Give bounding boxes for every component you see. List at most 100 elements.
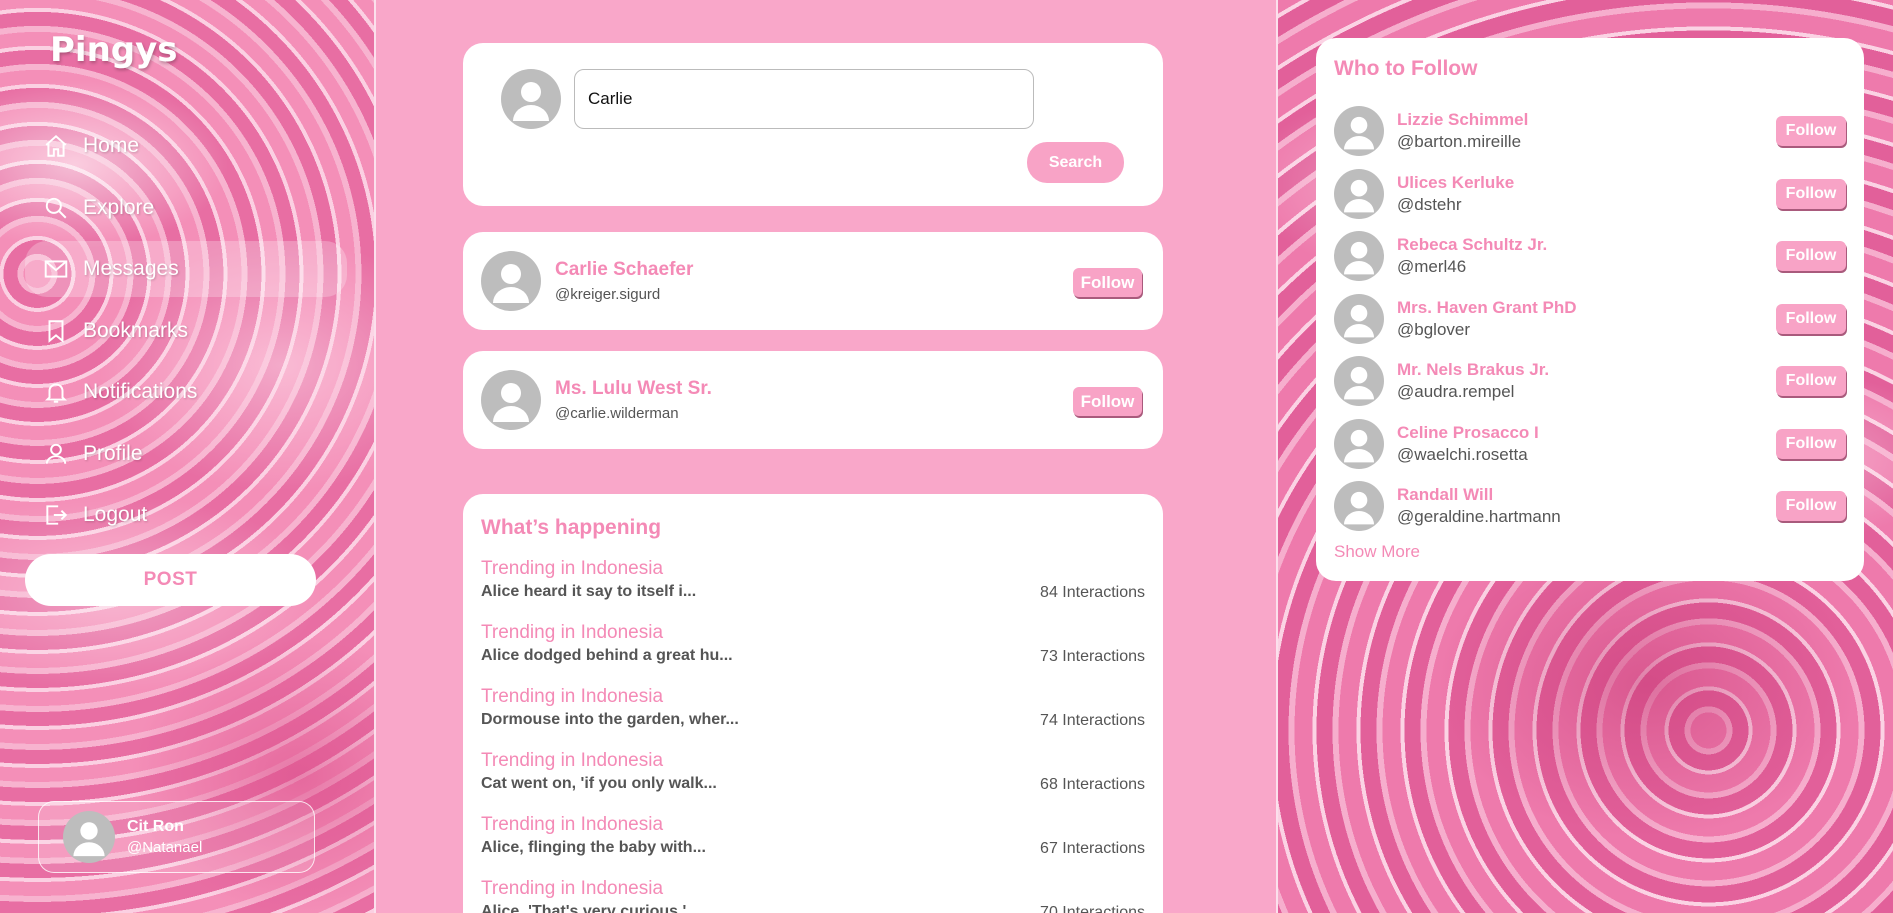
follow-suggestion: Rebeca Schultz Jr. @merl46 Follow [1334,225,1846,288]
trend-count: 68 Interactions [1040,776,1145,793]
sidebar-item-logout[interactable]: Logout [25,487,347,543]
sidebar-nav: Home Explore Messages Bookmarks Notifica… [25,118,347,549]
search-card: Search [463,43,1163,206]
bell-icon [44,383,68,403]
who-to-follow-card: Who to Follow Lizzie Schimmel @barton.mir… [1316,38,1864,581]
follow-suggestion: Mr. Nels Brakus Jr. @audra.rempel Follow [1334,350,1846,413]
who-to-follow-title: Who to Follow [1334,57,1478,80]
trending-card: What’s happening Trending in Indonesia A… [463,494,1163,913]
trend-count: 84 Interactions [1040,584,1145,601]
sidebar-item-notifications[interactable]: Notifications [25,364,347,420]
bookmark-icon [48,319,64,343]
trend-item[interactable]: Trending in Indonesia Alice, 'That's ver… [481,878,1145,913]
follow-button[interactable]: Follow [1776,178,1846,209]
sidebar-item-label: Home [83,134,140,157]
trend-category: Trending in Indonesia [481,878,664,899]
follow-button[interactable]: Follow [1776,491,1846,521]
who-to-follow-list: Lizzie Schimmel @barton.mireille Follow U… [1334,100,1846,538]
trend-category: Trending in Indonesia [481,622,664,643]
follow-suggestion: Ulices Kerluke @dstehr Follow [1334,163,1846,226]
trend-count: 70 Interactions [1040,904,1145,913]
follow-button[interactable]: Follow [1776,428,1846,459]
follow-button[interactable]: Follow [1776,366,1846,396]
suggestion-name[interactable]: Rebeca Schultz Jr. [1397,235,1547,255]
follow-suggestion: Lizzie Schimmel @barton.mireille Follow [1334,100,1846,163]
current-user-card[interactable]: Cit Ron @Natanael [38,801,315,873]
sidebar-item-explore[interactable]: Explore [25,180,347,236]
suggestion-handle: @audra.rempel [1397,382,1515,402]
trend-item[interactable]: Trending in Indonesia Alice dodged behin… [481,622,1145,686]
follow-suggestion: Celine Prosacco I @waelchi.rosetta Follow [1334,413,1846,476]
suggestion-handle: @geraldine.hartmann [1397,507,1561,527]
avatar [1334,168,1384,219]
user-icon [45,443,67,464]
suggestion-handle: @barton.mireille [1397,132,1522,152]
follow-button[interactable]: Follow [1073,387,1142,416]
post-button[interactable]: POST [25,554,316,606]
suggestion-name[interactable]: Randall Will [1397,485,1561,505]
logout-icon [46,505,68,525]
follow-button[interactable]: Follow [1073,268,1142,297]
suggestion-handle: @waelchi.rosetta [1397,444,1528,464]
avatar [1334,418,1384,469]
sidebar-item-profile[interactable]: Profile [25,426,347,482]
sidebar-item-bookmarks[interactable]: Bookmarks [25,303,347,359]
follow-button[interactable]: Follow [1776,116,1846,146]
suggestion-handle: @dstehr [1397,194,1462,214]
sidebar-item-messages[interactable]: Messages [25,241,347,297]
mail-icon [44,260,68,278]
suggestion-name[interactable]: Celine Prosacco I [1397,423,1539,443]
search-result-card[interactable]: Carlie Schaefer @kreiger.sigurd Follow [463,232,1163,330]
trend-item[interactable]: Trending in Indonesia Alice, flinging th… [481,814,1145,878]
follow-suggestion: Mrs. Haven Grant PhD @bglover Follow [1334,288,1846,351]
suggestion-handle: @merl46 [1397,257,1467,277]
suggestion-name[interactable]: Mrs. Haven Grant PhD [1397,298,1577,318]
trend-category: Trending in Indonesia [481,750,664,771]
search-button[interactable]: Search [1027,142,1124,183]
sidebar-item-label: Logout [83,503,148,526]
sidebar-item-label: Notifications [83,380,198,403]
suggestion-name[interactable]: Lizzie Schimmel [1397,110,1528,130]
avatar [481,370,541,430]
trend-item[interactable]: Trending in Indonesia Cat went on, 'if y… [481,750,1145,814]
avatar [481,251,541,311]
trend-count: 73 Interactions [1040,648,1145,665]
result-name[interactable]: Ms. Lulu West Sr. [555,378,712,400]
home-icon [45,134,67,157]
show-more-link[interactable]: Show More [1334,542,1420,562]
trend-item[interactable]: Trending in Indonesia Dormouse into the … [481,686,1145,750]
sidebar-item-label: Bookmarks [83,318,189,342]
avatar [1334,356,1384,407]
sidebar-item-label: Explore [83,195,155,219]
search-icon [45,197,67,218]
follow-button[interactable]: Follow [1776,241,1846,271]
trend-category: Trending in Indonesia [481,558,664,579]
avatar [1334,231,1384,282]
follow-button[interactable]: Follow [1776,303,1846,334]
result-handle: @kreiger.sigurd [555,286,661,303]
avatar [63,811,115,863]
trend-category: Trending in Indonesia [481,686,664,707]
avatar [1334,481,1384,532]
result-handle: @carlie.wilderman [555,405,679,422]
trend-category: Trending in Indonesia [481,814,664,835]
suggestion-handle: @bglover [1397,319,1471,339]
avatar [1334,293,1384,344]
trending-title: What’s happening [481,516,662,539]
avatar [1334,106,1384,157]
search-result-card[interactable]: Ms. Lulu West Sr. @carlie.wilderman Foll… [463,351,1163,449]
avatar [501,69,561,129]
current-user-handle: @Natanael [127,839,203,856]
sidebar-item-label: Profile [83,441,143,465]
follow-suggestion: Randall Will @geraldine.hartmann Follow [1334,475,1846,538]
trend-item[interactable]: Trending in Indonesia Alice heard it say… [481,558,1145,622]
suggestion-name[interactable]: Ulices Kerluke [1397,173,1514,193]
search-input[interactable] [574,69,1034,129]
result-name[interactable]: Carlie Schaefer [555,259,693,281]
sidebar-item-label: Messages [83,257,179,280]
brand-logo[interactable]: Pingys [50,30,178,70]
suggestion-name[interactable]: Mr. Nels Brakus Jr. [1397,360,1549,380]
trending-list: Trending in Indonesia Alice heard it say… [481,558,1145,913]
trend-count: 74 Interactions [1040,712,1145,729]
sidebar-item-home[interactable]: Home [25,118,347,174]
